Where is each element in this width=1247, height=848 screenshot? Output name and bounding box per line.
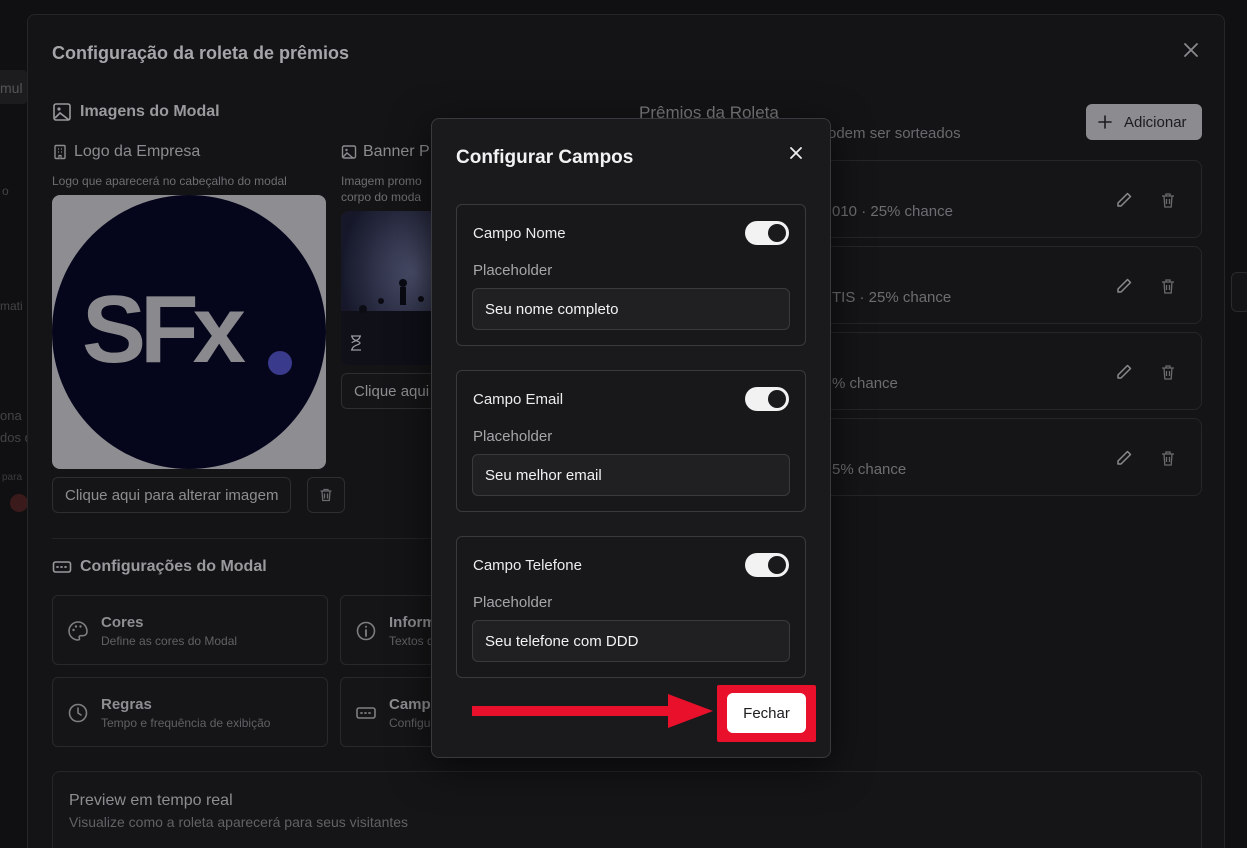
live-preview-panel: Preview em tempo real Visualize como a r… [52, 771, 1202, 848]
prize-info: TIS · 25% chance [832, 289, 952, 306]
dialog-title: Configurar Campos [456, 147, 634, 168]
name-placeholder-input[interactable]: Seu nome completo [472, 288, 790, 330]
pencil-icon[interactable] [1115, 277, 1133, 295]
placeholder-label: Placeholder [473, 428, 553, 445]
field-card-name: Campo Nome Placeholder Seu nome completo [456, 204, 806, 346]
preview-title: Preview em tempo real [69, 792, 233, 809]
images-section-title: Imagens do Modal [52, 102, 220, 122]
logo-text: SFx [82, 276, 246, 383]
pencil-icon[interactable] [1115, 449, 1133, 467]
hourglass-icon [349, 335, 363, 351]
bg-fragment: o [2, 184, 9, 198]
company-logo-image[interactable]: SFx [52, 195, 326, 469]
banner-hint-2: corpo do moda [341, 190, 422, 204]
name-field-toggle[interactable] [745, 221, 789, 245]
prize-info: % chance [832, 375, 898, 392]
input-field-icon [52, 557, 72, 577]
card-title: Cores [101, 614, 144, 631]
field-label: Campo Nome [473, 225, 566, 242]
building-icon [52, 144, 68, 160]
card-subtitle: Configu [389, 716, 431, 730]
field-label: Campo Telefone [473, 557, 582, 574]
card-title: Camp [389, 696, 431, 713]
image-icon [341, 144, 357, 160]
field-card-email: Campo Email Placeholder Seu melhor email [456, 370, 806, 512]
settings-section-title: Configurações do Modal [52, 557, 267, 577]
logo-dot [268, 351, 292, 375]
bg-fragment: mul [0, 80, 23, 96]
plus-icon [1098, 115, 1112, 129]
info-icon [355, 620, 377, 642]
card-title: Inform [389, 614, 436, 631]
field-label: Campo Email [473, 391, 564, 408]
card-title: Regras [101, 696, 152, 713]
close-icon[interactable] [1182, 41, 1200, 59]
settings-card-rules[interactable]: Regras Tempo e frequência de exibição [52, 677, 328, 747]
add-prize-button[interactable]: Adicionar [1086, 104, 1202, 140]
bg-fragment: para [2, 472, 23, 483]
close-button[interactable]: Fechar [727, 693, 806, 733]
pencil-icon[interactable] [1115, 363, 1133, 381]
phone-placeholder-input[interactable]: Seu telefone com DDD [472, 620, 790, 662]
configure-fields-dialog: Configurar Campos Campo Nome Placeholder… [431, 118, 831, 758]
phone-field-toggle[interactable] [745, 553, 789, 577]
logo-hint: Logo que aparecerá no cabeçalho do modal [52, 174, 287, 188]
clock-icon [67, 702, 89, 724]
trash-icon[interactable] [1159, 363, 1177, 381]
trash-icon [318, 487, 334, 503]
placeholder-label: Placeholder [473, 262, 553, 279]
image-icon [52, 102, 72, 122]
placeholder-label: Placeholder [473, 594, 553, 611]
email-field-toggle[interactable] [745, 387, 789, 411]
trash-icon[interactable] [1159, 277, 1177, 295]
prize-info: 010 · 25% chance [832, 203, 953, 220]
divider [52, 538, 452, 539]
change-logo-button[interactable]: Clique aqui para alterar imagem [52, 477, 292, 513]
card-subtitle: Tempo e frequência de exibição [101, 716, 271, 730]
trash-icon[interactable] [1159, 449, 1177, 467]
modal-title: Configuração da roleta de prêmios [52, 43, 350, 63]
palette-icon [67, 620, 89, 642]
bg-fragment: mati [0, 299, 23, 313]
field-card-phone: Campo Telefone Placeholder Seu telefone … [456, 536, 806, 678]
toggle-knob [768, 224, 786, 242]
settings-card-colors[interactable]: Cores Define as cores do Modal [52, 595, 328, 665]
card-subtitle: Textos d [389, 634, 434, 648]
bg-fragment: ona [0, 408, 22, 423]
toggle-knob [768, 390, 786, 408]
banner-section-title: Banner P [341, 143, 430, 161]
bg-avatar [10, 494, 28, 512]
trash-icon[interactable] [1159, 191, 1177, 209]
prizes-subtitle: odem ser sorteados [828, 125, 961, 142]
card-subtitle: Define as cores do Modal [101, 634, 238, 648]
prize-info: 5% chance [832, 461, 907, 478]
email-placeholder-input[interactable]: Seu melhor email [472, 454, 790, 496]
banner-hint-1: Imagem promo [341, 174, 422, 188]
close-icon[interactable] [788, 145, 804, 161]
pencil-icon[interactable] [1115, 191, 1133, 209]
toggle-knob [768, 556, 786, 574]
bg-right-button [1231, 272, 1247, 312]
delete-logo-button[interactable] [307, 477, 345, 513]
logo-section-title: Logo da Empresa [52, 143, 200, 161]
input-field-icon [355, 702, 377, 724]
preview-subtitle: Visualize como a roleta aparecerá para s… [69, 814, 409, 830]
arrow-annotation [470, 694, 715, 728]
